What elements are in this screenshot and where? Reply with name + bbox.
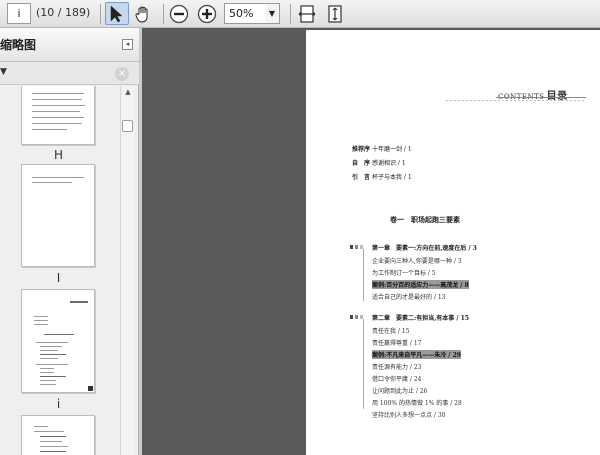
zoom-level-field[interactable]: 50% [224, 3, 266, 24]
panel-options-bar: ▼ × [0, 63, 139, 85]
toc-item[interactable]: 让问题到此为止 / 26 [372, 386, 427, 395]
page-count: (10 / 189) [36, 6, 91, 19]
collapse-panel-button[interactable]: ◂ [122, 39, 133, 50]
fit-page-icon [328, 4, 342, 23]
fit-width-button[interactable] [295, 2, 319, 25]
page-thumbnail[interactable] [21, 415, 95, 455]
toc-item[interactable]: 坚持比别人多想一点点 / 30 [372, 410, 445, 419]
toc-item-case[interactable]: 案例:不凡来自平凡——朱冷 / 29 [372, 350, 461, 359]
thumbnail-scrollbar[interactable]: ▲ [120, 86, 134, 455]
scroll-up-icon[interactable]: ▲ [121, 86, 135, 98]
page-thumbnail[interactable] [21, 86, 95, 145]
toc-item[interactable]: 责任在我 / 15 [372, 326, 409, 335]
front-matter-item[interactable]: 引 言杯子与本我 / 1 [352, 172, 412, 181]
document-page: CONTENTS目录 推荐序十年磨一剑 / 1 自 序感谢相识 / 1 引 言杯… [306, 30, 600, 455]
toc-item[interactable]: 用 100% 的热情做 1% 的事 / 28 [372, 398, 462, 407]
toc-item[interactable]: 企业要向三种人,你要是哪一种 / 3 [372, 256, 462, 265]
toc-item[interactable]: 责任源有能力 / 23 [372, 362, 421, 371]
panel-header: 缩略图 ◂ [0, 28, 139, 62]
heading-dotted-rule [446, 100, 586, 101]
page-thumbnail[interactable] [21, 164, 95, 267]
heading-rule [496, 97, 586, 98]
hand-tool-icon [135, 6, 148, 23]
toc-item[interactable]: 适合自己的才是最好的 / 13 [372, 292, 445, 301]
zoom-dropdown-button[interactable]: ▼ [265, 3, 280, 24]
chapter-title[interactable]: 第二章 要素二:有担当,有本事 / 15 [372, 313, 469, 322]
chevron-down-icon: ▼ [268, 9, 276, 18]
chapter-title[interactable]: 第一章 要素一:方向在前,速度在后 / 3 [372, 243, 477, 252]
document-view[interactable]: CONTENTS目录 推荐序十年磨一剑 / 1 自 序感谢相识 / 1 引 言杯… [142, 28, 600, 455]
close-icon[interactable]: × [115, 67, 129, 81]
volume-title: 卷一 职场起跑三要素 [390, 215, 460, 224]
toolbar-separator [163, 4, 164, 24]
scroll-thumb[interactable] [122, 120, 133, 132]
front-matter-item[interactable]: 推荐序 十年磨一剑 / 1 [352, 144, 412, 153]
thumbnail-label: i [56, 397, 61, 411]
thumbnail-list[interactable]: H I i [0, 86, 119, 455]
chapter-rule [363, 319, 364, 409]
options-menu-arrow-icon[interactable]: ▼ [0, 67, 7, 77]
thumbnail-label: I [56, 271, 61, 285]
collapse-panel-icon: ◂ [125, 40, 130, 48]
thumbnail-label: H [53, 148, 64, 162]
zoom-out-button[interactable] [167, 2, 191, 25]
select-tool-button[interactable] [105, 2, 129, 25]
fit-width-icon [298, 4, 316, 23]
toc-item[interactable]: 为工作制订一个目标 / 5 [372, 268, 436, 277]
toc-item-case[interactable]: 案例:百分百的适应力——高茂龙 / 8 [372, 280, 469, 289]
page-number-input[interactable]: i [7, 3, 31, 24]
toolbar: i (10 / 189) 50% ▼ [0, 0, 600, 28]
thumbnails-panel: 缩略图 ◂ ▼ × H I i ▲ [0, 28, 139, 455]
toc-item[interactable]: 责任赢得尊重 / 17 [372, 338, 421, 347]
toolbar-separator [290, 4, 291, 24]
zoom-in-icon [197, 4, 217, 23]
page-thumbnail-current[interactable] [21, 289, 95, 393]
fit-page-button[interactable] [323, 2, 347, 25]
chapter-rule [363, 249, 364, 301]
toolbar-separator [100, 4, 101, 24]
panel-title: 缩略图 [0, 38, 37, 52]
front-matter-item[interactable]: 自 序感谢相识 / 1 [352, 158, 406, 167]
toc-item[interactable]: 借口令你平庸 / 24 [372, 374, 421, 383]
select-tool-icon [110, 4, 123, 22]
hand-tool-button[interactable] [131, 2, 155, 25]
zoom-in-button[interactable] [195, 2, 219, 25]
zoom-out-icon [169, 4, 189, 23]
